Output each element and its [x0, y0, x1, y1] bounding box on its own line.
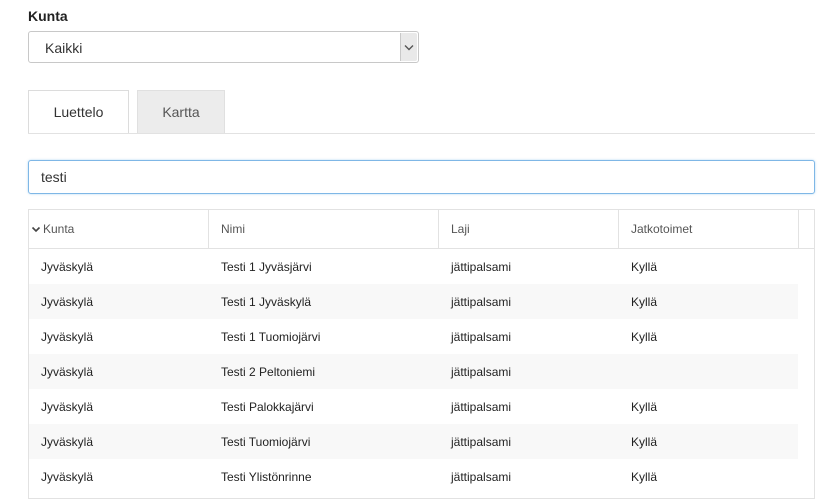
cell-kunta: Jyväskylä — [41, 469, 94, 484]
cell-jatkotoimet: Kyllä — [631, 434, 658, 449]
column-header-kunta-label: Kunta — [43, 222, 75, 236]
tab-kartta[interactable]: Kartta — [137, 90, 225, 134]
cell-kunta: Jyväskylä — [41, 399, 94, 414]
cell-jatkotoimet — [619, 354, 798, 389]
cell-laji: jättipalsami — [451, 364, 512, 379]
cell-jatkotoimet: Kyllä — [631, 469, 658, 484]
cell-nimi: Testi 1 Jyväskylä — [221, 294, 312, 309]
cell-kunta: Jyväskylä — [41, 329, 94, 344]
chevron-down-icon[interactable] — [400, 33, 417, 61]
cell-jatkotoimet: Kyllä — [631, 329, 658, 344]
cell-nimi: Testi 1 Tuomiojärvi — [221, 329, 321, 344]
cell-jatkotoimet: Kyllä — [631, 294, 658, 309]
column-header-nimi[interactable]: Nimi — [209, 210, 439, 248]
table-header: Kunta Nimi Laji Jatkotoimet — [29, 210, 814, 249]
kunta-label: Kunta — [28, 8, 68, 24]
kunta-select[interactable]: Kaikki — [28, 31, 419, 63]
column-header-nimi-label: Nimi — [221, 222, 245, 236]
tab-kartta-label: Kartta — [162, 104, 200, 120]
cell-laji: jättipalsami — [451, 259, 512, 274]
column-header-jatkotoimet-label: Jatkotoimet — [631, 222, 693, 236]
table-row[interactable]: Jyväskylä Testi Ylistönrinne jättipalsam… — [29, 459, 798, 494]
column-header-kunta[interactable]: Kunta — [29, 210, 209, 248]
cell-nimi: Testi 1 Jyväsjärvi — [221, 259, 312, 274]
table-row[interactable]: Jyväskylä Testi 1 Jyväsjärvi jättipalsam… — [29, 249, 798, 284]
cell-kunta: Jyväskylä — [41, 294, 94, 309]
kunta-select-value: Kaikki — [45, 40, 83, 56]
cell-nimi: Testi 2 Peltoniemi — [221, 364, 316, 379]
cell-nimi: Testi Ylistönrinne — [221, 469, 312, 484]
cell-nimi: Testi Palokkajärvi — [221, 399, 314, 414]
results-table: Kunta Nimi Laji Jatkotoimet Jyväskylä Te… — [28, 209, 815, 499]
cell-laji: jättipalsami — [451, 294, 512, 309]
cell-laji: jättipalsami — [451, 434, 512, 449]
table-row[interactable]: Jyväskylä Testi Palokkajärvi jättipalsam… — [29, 389, 798, 424]
column-header-laji[interactable]: Laji — [439, 210, 619, 248]
cell-laji: jättipalsami — [451, 329, 512, 344]
table-row[interactable]: Jyväskylä Testi Tuomiojärvi jättipalsami… — [29, 424, 798, 459]
search-field[interactable] — [28, 160, 815, 194]
column-header-jatkotoimet[interactable]: Jatkotoimet — [619, 210, 799, 248]
sort-desc-icon — [31, 226, 41, 233]
table-row[interactable]: Jyväskylä Testi 1 Jyväskylä jättipalsami… — [29, 284, 798, 319]
cell-jatkotoimet: Kyllä — [631, 259, 658, 274]
cell-jatkotoimet: Kyllä — [631, 399, 658, 414]
table-row[interactable]: Jyväskylä Testi 2 Peltoniemi jättipalsam… — [29, 354, 798, 389]
tabs-divider — [28, 133, 815, 134]
cell-kunta: Jyväskylä — [41, 259, 94, 274]
cell-laji: jättipalsami — [451, 399, 512, 414]
cell-nimi: Testi Tuomiojärvi — [221, 434, 311, 449]
tab-luettelo-label: Luettelo — [53, 104, 104, 120]
column-header-laji-label: Laji — [451, 222, 470, 236]
search-input[interactable] — [29, 161, 814, 193]
tab-luettelo[interactable]: Luettelo — [28, 90, 129, 134]
cell-laji: jättipalsami — [451, 469, 512, 484]
cell-kunta: Jyväskylä — [41, 364, 94, 379]
cell-kunta: Jyväskylä — [41, 434, 94, 449]
table-row[interactable]: Jyväskylä Testi 1 Tuomiojärvi jättipalsa… — [29, 319, 798, 354]
